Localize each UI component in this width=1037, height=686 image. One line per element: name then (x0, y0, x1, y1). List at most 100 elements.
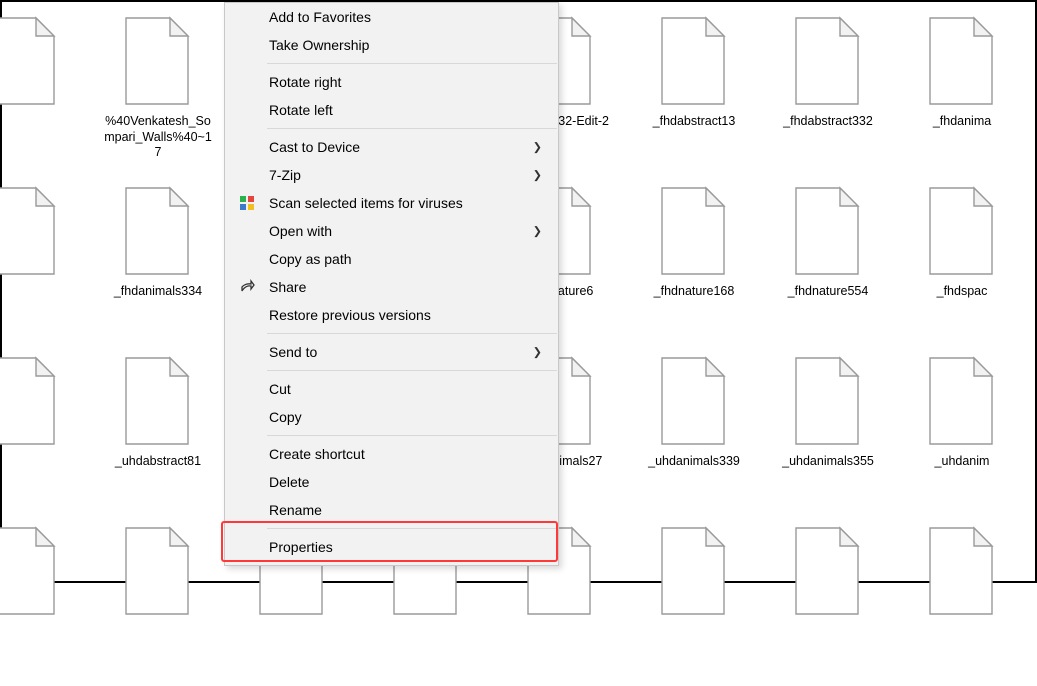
file-icon (658, 186, 730, 278)
file-item[interactable]: _uhdabstract81 (91, 346, 225, 516)
file-icon (792, 356, 864, 448)
chevron-right-icon: ❯ (533, 225, 542, 238)
file-item[interactable] (91, 516, 225, 686)
menu-label: Take Ownership (269, 37, 369, 53)
menu-rename[interactable]: Rename (225, 496, 558, 524)
file-icon (0, 16, 60, 108)
file-item[interactable]: _fhdnature554 (761, 176, 895, 346)
file-item[interactable]: _uhdanimals339 (627, 346, 761, 516)
file-label: %40Venkatesh_Sompari_Walls%40~17 (98, 114, 218, 161)
menu-label: Copy as path (269, 251, 352, 267)
menu-rotate-left[interactable]: Rotate left (225, 96, 558, 124)
file-icon (122, 186, 194, 278)
antivirus-icon (239, 195, 255, 211)
file-icon (926, 186, 998, 278)
file-label: _uhdanimals339 (644, 454, 744, 470)
menu-share[interactable]: Share (225, 273, 558, 301)
file-item[interactable]: _uhdanim (895, 346, 1029, 516)
file-label: _uhdabstract81 (111, 454, 205, 470)
file-item[interactable] (0, 346, 91, 516)
file-item[interactable]: _uhdanimals355 (761, 346, 895, 516)
file-icon (0, 186, 60, 278)
file-icon (0, 356, 60, 448)
chevron-right-icon: ❯ (533, 169, 542, 182)
menu-label: Restore previous versions (269, 307, 431, 323)
file-item[interactable] (761, 516, 895, 686)
file-label: _fhdabstract13 (649, 114, 740, 130)
menu-open-with[interactable]: Open with ❯ (225, 217, 558, 245)
menu-label: Cut (269, 381, 291, 397)
menu-label: Scan selected items for viruses (269, 195, 463, 211)
menu-properties[interactable]: Properties (225, 533, 558, 561)
file-icon (122, 16, 194, 108)
menu-separator (267, 63, 557, 64)
file-icon (792, 186, 864, 278)
file-item[interactable] (627, 516, 761, 686)
file-item[interactable]: _fhdabstract13 (627, 6, 761, 176)
menu-take-ownership[interactable]: Take Ownership (225, 31, 558, 59)
file-item[interactable]: _fhdanima (895, 6, 1029, 176)
file-icon (658, 526, 730, 618)
file-item[interactable]: _fhdabstract332 (761, 6, 895, 176)
menu-label: Copy (269, 409, 302, 425)
menu-separator (267, 333, 557, 334)
file-icon (658, 356, 730, 448)
file-icon (926, 16, 998, 108)
file-icon (792, 526, 864, 618)
file-label: _uhdanim (931, 454, 994, 470)
menu-7zip[interactable]: 7-Zip ❯ (225, 161, 558, 189)
menu-label: Properties (269, 539, 333, 555)
menu-label: Share (269, 279, 306, 295)
menu-separator (267, 128, 557, 129)
file-label: _fhdanima (929, 114, 995, 130)
menu-copy[interactable]: Copy (225, 403, 558, 431)
menu-send-to[interactable]: Send to❯ (225, 338, 558, 366)
menu-label: Delete (269, 474, 309, 490)
file-item[interactable]: _fhdspac (895, 176, 1029, 346)
file-item[interactable]: %40Venkatesh_Sompari_Walls%40~17 (91, 6, 225, 176)
file-item[interactable]: _fhdnature168 (627, 176, 761, 346)
file-item[interactable] (895, 516, 1029, 686)
file-item[interactable]: _fhdanimals334 (91, 176, 225, 346)
file-icon (122, 526, 194, 618)
menu-separator (267, 435, 557, 436)
menu-cast-to-device[interactable]: Cast to Device ❯ (225, 133, 558, 161)
menu-add-to-favorites[interactable]: Add to Favorites (225, 3, 558, 31)
menu-label: Cast to Device (269, 139, 360, 155)
menu-label: Open with (269, 223, 332, 239)
menu-create-shortcut[interactable]: Create shortcut (225, 440, 558, 468)
menu-label: Add to Favorites (269, 9, 371, 25)
menu-label: Rotate left (269, 102, 333, 118)
file-label: _uhdanimals355 (778, 454, 878, 470)
file-item[interactable] (0, 6, 91, 176)
menu-label: Rename (269, 502, 322, 518)
menu-rotate-right[interactable]: Rotate right (225, 68, 558, 96)
file-item[interactable] (0, 516, 91, 686)
menu-delete[interactable]: Delete (225, 468, 558, 496)
file-label: _fhdanimals334 (110, 284, 206, 300)
menu-label: Create shortcut (269, 446, 365, 462)
chevron-right-icon: ❯ (533, 141, 542, 154)
file-icon (792, 16, 864, 108)
file-label: _fhdspac (933, 284, 992, 300)
file-item[interactable] (0, 176, 91, 346)
menu-separator (267, 370, 557, 371)
share-icon (239, 279, 255, 295)
file-label: _fhdnature554 (784, 284, 873, 300)
menu-label: 7-Zip (269, 167, 301, 183)
file-icon (122, 356, 194, 448)
file-icon (0, 526, 60, 618)
chevron-right-icon: ❯ (533, 346, 542, 359)
menu-separator (267, 528, 557, 529)
menu-copy-as-path[interactable]: Copy as path (225, 245, 558, 273)
file-label: _fhdnature168 (650, 284, 739, 300)
file-icon (926, 526, 998, 618)
file-icon (658, 16, 730, 108)
menu-restore-previous-versions[interactable]: Restore previous versions (225, 301, 558, 329)
file-label: _fhdabstract332 (779, 114, 877, 130)
menu-cut[interactable]: Cut (225, 375, 558, 403)
file-icon (926, 356, 998, 448)
menu-label: Rotate right (269, 74, 341, 90)
context-menu: Add to Favorites Take Ownership Rotate r… (224, 2, 559, 566)
menu-scan-viruses[interactable]: Scan selected items for viruses (225, 189, 558, 217)
